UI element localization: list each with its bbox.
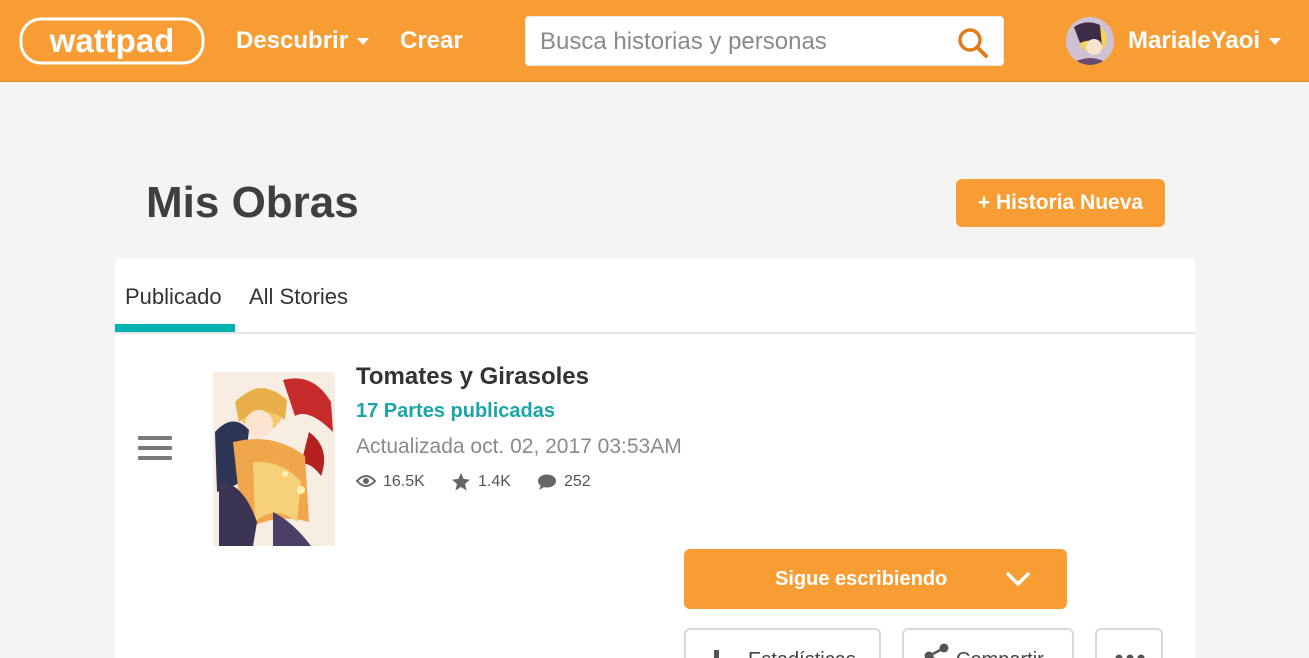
tab-published[interactable]: Publicado: [125, 282, 222, 312]
chevron-down-icon: [1269, 38, 1282, 46]
more-options-button[interactable]: [1095, 628, 1163, 658]
share-label: Compartir: [956, 646, 1044, 658]
wattpad-logo[interactable]: wattpad: [19, 16, 205, 68]
logo-icon: wattpad: [19, 17, 205, 65]
star-icon: [452, 473, 470, 491]
votes-count: 1.4K: [478, 473, 511, 490]
chevron-down-icon: [357, 38, 370, 46]
chevron-down-icon[interactable]: [1005, 569, 1031, 589]
statistics-label: Estadísticas: [748, 646, 856, 658]
user-menu[interactable]: MarialeYaoi: [1128, 24, 1282, 58]
continue-writing-button[interactable]: Sigue escribiendo: [684, 549, 1067, 609]
tab-bar: Publicado All Stories: [115, 258, 1195, 334]
tab-all-stories[interactable]: All Stories: [249, 282, 348, 312]
story-title[interactable]: Tomates y Girasoles: [356, 361, 589, 393]
story-cover[interactable]: [213, 372, 335, 546]
avatar[interactable]: [1066, 17, 1114, 65]
comments-count: 252: [564, 473, 591, 490]
username-label: MarialeYaoi: [1128, 27, 1261, 54]
discover-menu[interactable]: Descubrir: [236, 24, 370, 58]
search-box: [525, 16, 1004, 66]
bar-chart-icon: [714, 650, 719, 658]
search-icon[interactable]: [957, 27, 989, 59]
eye-icon: [356, 475, 376, 487]
top-navigation-bar: wattpad Descubrir Crear MarialeYaoi: [0, 0, 1309, 82]
comment-icon: [538, 474, 556, 490]
statistics-button[interactable]: Estadísticas: [684, 628, 881, 658]
active-tab-indicator: [115, 324, 235, 332]
reads-count: 16.5K: [383, 473, 425, 490]
continue-writing-label: Sigue escribiendo: [775, 568, 948, 590]
works-card: Publicado All Stories Tomates y Girasole…: [115, 258, 1195, 658]
share-button[interactable]: Compartir: [902, 628, 1074, 658]
new-story-button[interactable]: + Historia Nueva: [956, 179, 1165, 227]
page-title: Mis Obras: [146, 178, 359, 227]
create-link[interactable]: Crear: [400, 24, 463, 58]
ellipsis-icon: [1115, 654, 1145, 658]
search-input[interactable]: [540, 25, 950, 59]
share-icon: [924, 643, 949, 658]
last-updated: Actualizada oct. 02, 2017 03:53AM: [356, 435, 682, 458]
logo-text: wattpad: [49, 22, 175, 59]
hamburger-icon[interactable]: [138, 436, 172, 462]
discover-label: Descubrir: [236, 27, 349, 54]
published-parts[interactable]: 17 Partes publicadas: [356, 397, 555, 425]
